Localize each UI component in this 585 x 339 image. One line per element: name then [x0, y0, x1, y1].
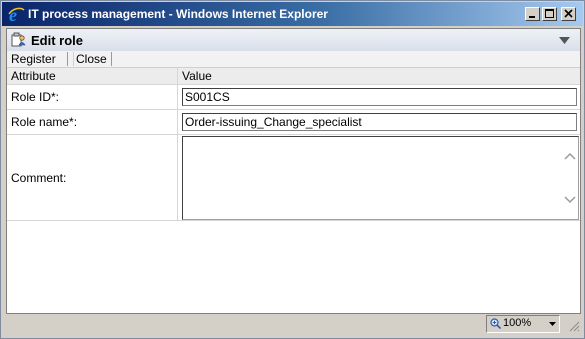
svg-text:e: e	[9, 5, 17, 23]
window-title: IT process management - Windows Internet…	[28, 7, 328, 21]
comment-scrollbar[interactable]	[562, 137, 578, 219]
resize-grip-icon[interactable]	[568, 320, 580, 332]
close-button[interactable]: Close	[73, 52, 109, 66]
chevron-down-icon	[549, 322, 556, 326]
zoom-icon	[490, 318, 501, 329]
edit-role-icon	[11, 32, 26, 47]
table-row: Comment:	[7, 134, 580, 221]
dialog-title: Edit role	[31, 33, 84, 48]
comment-label: Comment:	[7, 134, 178, 221]
register-button[interactable]: Register	[9, 52, 58, 66]
close-icon	[564, 9, 573, 18]
scroll-down-icon	[564, 195, 576, 203]
toolbar-divider	[111, 52, 112, 66]
toolbar-divider	[67, 52, 68, 66]
role-name-field[interactable]	[182, 113, 577, 131]
dialog-header: Edit role	[7, 29, 580, 51]
comment-textarea[interactable]	[183, 136, 561, 219]
role-name-label: Role name*:	[7, 109, 178, 135]
role-id-field[interactable]	[182, 88, 577, 106]
column-header-attribute: Attribute	[7, 68, 178, 85]
zoom-control[interactable]: 100%	[486, 315, 560, 333]
table-row: Role name*:	[7, 109, 580, 135]
status-bar: 100%	[6, 314, 581, 334]
minimize-icon	[529, 16, 535, 18]
role-id-label: Role ID*:	[7, 84, 178, 110]
close-window-button[interactable]	[561, 7, 576, 21]
title-bar[interactable]: e IT process management - Windows Intern…	[2, 2, 583, 26]
table-row: Role ID*:	[7, 84, 580, 110]
attribute-table: Attribute Value Role ID*: Role name*: Co…	[7, 68, 580, 221]
comment-box	[182, 135, 579, 220]
action-toolbar: Register Close	[7, 51, 580, 68]
browser-window: e IT process management - Windows Intern…	[0, 0, 585, 339]
scroll-up-icon	[564, 152, 576, 160]
maximize-button[interactable]	[542, 7, 557, 21]
zoom-level: 100%	[503, 317, 532, 329]
minimize-button[interactable]	[525, 7, 540, 21]
table-header-row: Attribute Value	[7, 68, 580, 85]
chevron-down-icon[interactable]	[559, 37, 570, 44]
maximize-icon	[545, 9, 554, 18]
column-header-value: Value	[177, 68, 580, 85]
page-content: Edit role Register Close Attribute Value…	[6, 28, 581, 314]
ie-icon: e	[8, 5, 25, 23]
